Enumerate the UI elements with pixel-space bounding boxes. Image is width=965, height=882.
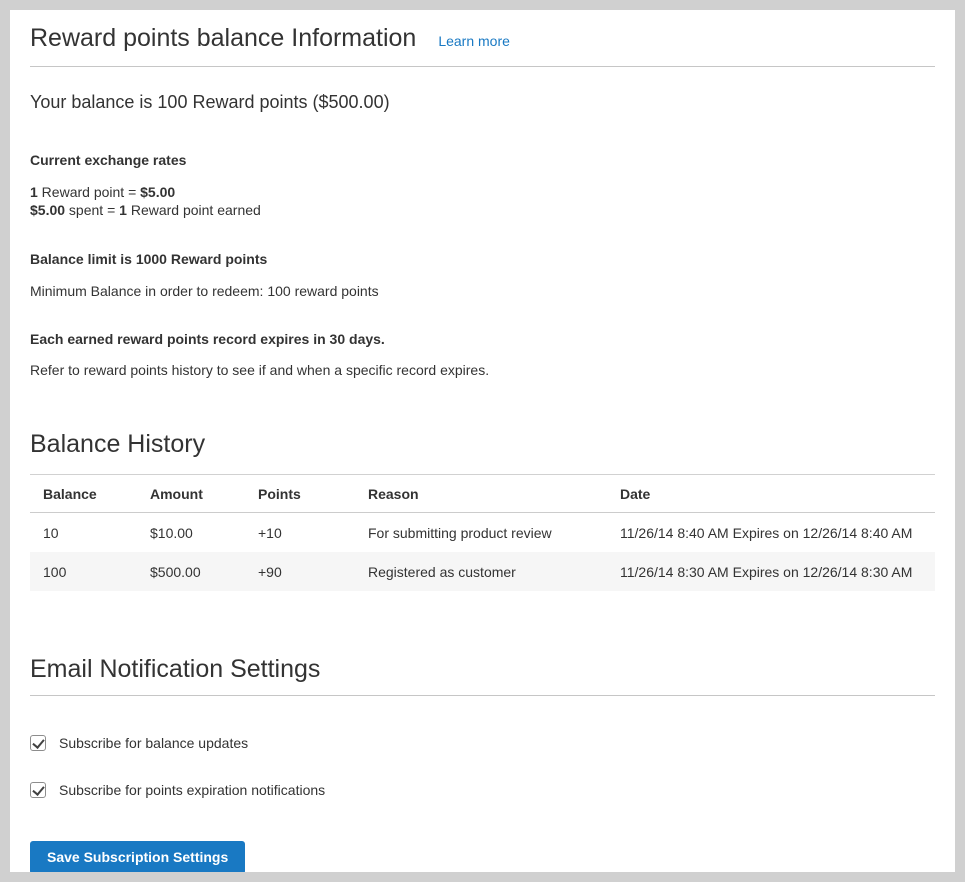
earn-rate-amount: $5.00 <box>30 202 65 218</box>
earn-rate-line: $5.00 spent = 1 Reward point earned <box>30 201 935 219</box>
column-header-balance: Balance <box>30 475 137 513</box>
earn-rate-points: 1 <box>119 202 127 218</box>
cell-points: +90 <box>245 552 355 591</box>
page-title: Reward points balance Information <box>30 24 416 53</box>
column-header-date: Date <box>607 475 935 513</box>
redeem-rate-line: 1 Reward point = $5.00 <box>30 183 935 201</box>
redeem-rate-text: Reward point = <box>38 184 140 200</box>
balance-updates-option: Subscribe for balance updates <box>30 735 935 751</box>
table-header-row: Balance Amount Points Reason Date <box>30 475 935 513</box>
balance-limit-text: Balance limit is 1000 Reward points <box>30 251 935 267</box>
cell-date: 11/26/14 8:40 AM Expires on 12/26/14 8:4… <box>607 513 935 553</box>
cell-balance: 100 <box>30 552 137 591</box>
table-row: 100 $500.00 +90 Registered as customer 1… <box>30 552 935 591</box>
exchange-rates-lines: 1 Reward point = $5.00 $5.00 spent = 1 R… <box>30 183 935 219</box>
expiration-note-text: Refer to reward points history to see if… <box>30 362 935 378</box>
cell-reason: Registered as customer <box>355 552 607 591</box>
expiration-text: Each earned reward points record expires… <box>30 331 935 347</box>
email-settings-header: Email Notification Settings <box>30 655 935 696</box>
cell-amount: $10.00 <box>137 513 245 553</box>
points-expiration-label[interactable]: Subscribe for points expiration notifica… <box>59 782 325 798</box>
cell-amount: $500.00 <box>137 552 245 591</box>
balance-history-heading: Balance History <box>30 430 935 459</box>
email-settings-heading: Email Notification Settings <box>30 655 320 683</box>
learn-more-link[interactable]: Learn more <box>438 33 510 49</box>
cell-date: 11/26/14 8:30 AM Expires on 12/26/14 8:3… <box>607 552 935 591</box>
minimum-balance-text: Minimum Balance in order to redeem: 100 … <box>30 283 935 299</box>
column-header-amount: Amount <box>137 475 245 513</box>
points-expiration-checkbox[interactable] <box>30 782 46 798</box>
cell-balance: 10 <box>30 513 137 553</box>
column-header-reason: Reason <box>355 475 607 513</box>
balance-updates-checkbox[interactable] <box>30 735 46 751</box>
redeem-rate-points: 1 <box>30 184 38 200</box>
earn-rate-text-2: Reward point earned <box>127 202 261 218</box>
cell-reason: For submitting product review <box>355 513 607 553</box>
exchange-rates-heading: Current exchange rates <box>30 152 935 168</box>
earn-rate-text-1: spent = <box>65 202 119 218</box>
save-subscription-settings-button[interactable]: Save Subscription Settings <box>30 841 245 872</box>
balance-summary: Your balance is 100 Reward points ($500.… <box>30 92 935 113</box>
points-expiration-option: Subscribe for points expiration notifica… <box>30 782 935 798</box>
reward-points-card: Reward points balance Information Learn … <box>10 10 955 872</box>
column-header-points: Points <box>245 475 355 513</box>
balance-history-table: Balance Amount Points Reason Date 10 $10… <box>30 474 935 591</box>
balance-updates-label[interactable]: Subscribe for balance updates <box>59 735 248 751</box>
page-header: Reward points balance Information Learn … <box>30 24 935 67</box>
redeem-rate-amount: $5.00 <box>140 184 175 200</box>
table-row: 10 $10.00 +10 For submitting product rev… <box>30 513 935 553</box>
cell-points: +10 <box>245 513 355 553</box>
